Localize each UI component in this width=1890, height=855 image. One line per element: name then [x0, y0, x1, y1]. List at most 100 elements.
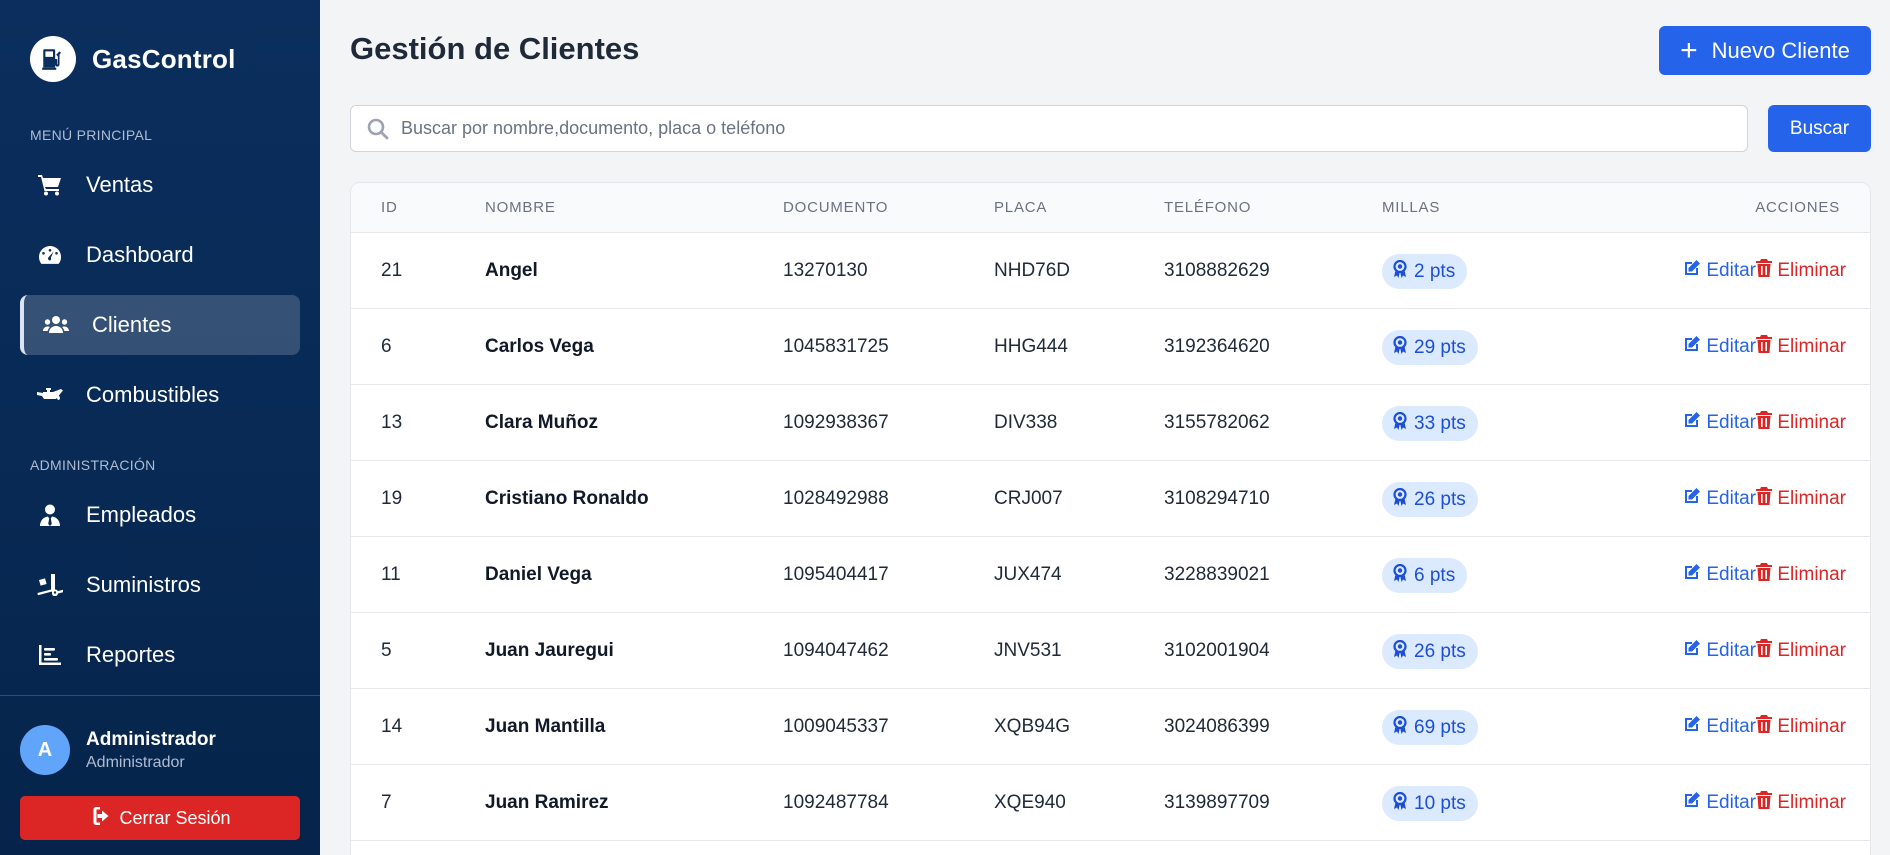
- miles-value: 33 pts: [1414, 412, 1466, 434]
- cell-id: 7: [381, 792, 392, 813]
- delete-button[interactable]: Eliminar: [1756, 613, 1846, 689]
- award-icon: [1392, 411, 1414, 436]
- cell-id: 14: [381, 716, 403, 737]
- sidebar-item-clientes[interactable]: Clientes: [20, 295, 300, 355]
- sidebar-item-label: Reportes: [86, 642, 176, 667]
- cell-name: Clara Muñoz: [485, 412, 598, 433]
- delete-button[interactable]: Eliminar: [1756, 689, 1846, 765]
- delete-button[interactable]: Eliminar: [1756, 461, 1846, 537]
- delete-button[interactable]: Eliminar: [1756, 765, 1846, 841]
- cell-plate: XQB94G: [994, 716, 1071, 737]
- column-header-actions: ACCIONES: [1755, 199, 1840, 216]
- cell-document: 1094047462: [783, 640, 889, 661]
- trash-icon: [1756, 791, 1777, 815]
- sidebar-item-suministros[interactable]: Suministros: [20, 555, 300, 615]
- search-box: [350, 105, 1748, 152]
- delete-button[interactable]: Eliminar: [1756, 309, 1846, 385]
- sidebar-item-dashboard[interactable]: Dashboard: [20, 225, 300, 285]
- table-row: 6 Carlos Vega 1045831725 HHG444 3192364620 29…: [351, 309, 1870, 385]
- edit-button[interactable]: Editar: [1683, 385, 1756, 461]
- edit-icon: [1683, 259, 1706, 283]
- sidebar-item-combustibles[interactable]: Combustibles: [20, 365, 300, 425]
- cell-phone: 3228839021: [1164, 564, 1270, 585]
- edit-label: Editar: [1706, 336, 1756, 357]
- page-title: Gestión de Clientes: [350, 31, 640, 66]
- delete-label: Eliminar: [1777, 716, 1846, 737]
- cell-id: 13: [381, 412, 403, 433]
- miles-badge: 6 pts: [1382, 558, 1468, 593]
- table-body: 21 Angel 13270130 NHD76D 3108882629 2 pts Edit…: [351, 233, 1870, 841]
- delete-button[interactable]: Eliminar: [1756, 537, 1846, 613]
- new-client-label: Nuevo Cliente: [1711, 37, 1850, 63]
- delete-button[interactable]: Eliminar: [1756, 233, 1846, 309]
- edit-button[interactable]: Editar: [1683, 309, 1756, 385]
- edit-icon: [1683, 411, 1706, 435]
- cell-plate: JUX474: [994, 564, 1062, 585]
- users-icon: [40, 309, 72, 341]
- clients-table: ID NOMBRE DOCUMENTO PLACA TELÉFONO MILLA…: [350, 182, 1871, 855]
- sign-out-icon: [89, 806, 109, 830]
- brand[interactable]: GasControl: [30, 36, 236, 82]
- user-tie-icon: [34, 499, 66, 531]
- delete-label: Eliminar: [1777, 488, 1846, 509]
- oil-can-icon: [34, 379, 66, 411]
- edit-button[interactable]: Editar: [1683, 613, 1756, 689]
- edit-button[interactable]: Editar: [1683, 689, 1756, 765]
- cell-id: 19: [381, 488, 403, 509]
- sidebar: GasControl MENÚ PRINCIPAL Ventas Dashboa…: [0, 0, 320, 855]
- logout-button[interactable]: Cerrar Sesión: [20, 796, 300, 840]
- edit-button[interactable]: Editar: [1683, 537, 1756, 613]
- trash-icon: [1756, 639, 1777, 663]
- sidebar-item-ventas[interactable]: Ventas: [20, 155, 300, 215]
- edit-button[interactable]: Editar: [1683, 461, 1756, 537]
- miles-value: 29 pts: [1414, 336, 1466, 358]
- edit-label: Editar: [1706, 564, 1756, 585]
- new-client-button[interactable]: + Nuevo Cliente: [1659, 26, 1871, 75]
- sidebar-item-empleados[interactable]: Empleados: [20, 485, 300, 545]
- miles-badge: 10 pts: [1382, 786, 1478, 821]
- cell-document: 1092938367: [783, 412, 889, 433]
- delete-button[interactable]: Eliminar: [1756, 385, 1846, 461]
- edit-icon: [1683, 335, 1706, 359]
- delete-label: Eliminar: [1777, 564, 1846, 585]
- table-row: 19 Cristiano Ronaldo 1028492988 CRJ007 31082…: [351, 461, 1870, 537]
- miles-value: 26 pts: [1414, 640, 1466, 662]
- trash-icon: [1756, 715, 1777, 739]
- chart-bar-icon: [34, 639, 66, 671]
- award-icon: [1392, 335, 1414, 360]
- trash-icon: [1756, 563, 1777, 587]
- search-input[interactable]: [401, 118, 1721, 139]
- column-header-id: ID: [381, 199, 398, 216]
- award-icon: [1392, 487, 1414, 512]
- edit-button[interactable]: Editar: [1683, 233, 1756, 309]
- sidebar-item-label: Dashboard: [86, 242, 194, 267]
- table-row: 7 Juan Ramirez 1092487784 XQE940 3139897709 1…: [351, 765, 1870, 841]
- cell-plate: CRJ007: [994, 488, 1063, 509]
- cell-plate: HHG444: [994, 336, 1068, 357]
- delete-label: Eliminar: [1777, 412, 1846, 433]
- user-role: Administrador: [86, 753, 185, 771]
- user-profile: A Administrador Administrador: [20, 725, 216, 775]
- search-icon: [365, 116, 391, 142]
- edit-button[interactable]: Editar: [1683, 765, 1756, 841]
- search-button[interactable]: Buscar: [1768, 105, 1871, 152]
- trash-icon: [1756, 411, 1777, 435]
- sidebar-item-label: Clientes: [92, 312, 172, 337]
- column-header-miles: MILLAS: [1382, 199, 1441, 216]
- edit-label: Editar: [1706, 260, 1756, 281]
- cell-id: 21: [381, 260, 403, 281]
- delete-label: Eliminar: [1777, 792, 1846, 813]
- table-row: 11 Daniel Vega 1095404417 JUX474 3228839021 6…: [351, 537, 1870, 613]
- miles-badge: 26 pts: [1382, 634, 1478, 669]
- sidebar-item-reportes[interactable]: Reportes: [20, 625, 300, 685]
- delete-label: Eliminar: [1777, 260, 1846, 281]
- brand-name: GasControl: [92, 43, 236, 74]
- cell-id: 6: [381, 336, 392, 357]
- miles-badge: 29 pts: [1382, 330, 1478, 365]
- cell-phone: 3024086399: [1164, 716, 1270, 737]
- cell-name: Angel: [485, 260, 538, 281]
- cell-plate: DIV338: [994, 412, 1058, 433]
- column-header-name: NOMBRE: [485, 199, 556, 216]
- cell-phone: 3108294710: [1164, 488, 1270, 509]
- edit-icon: [1683, 487, 1706, 511]
